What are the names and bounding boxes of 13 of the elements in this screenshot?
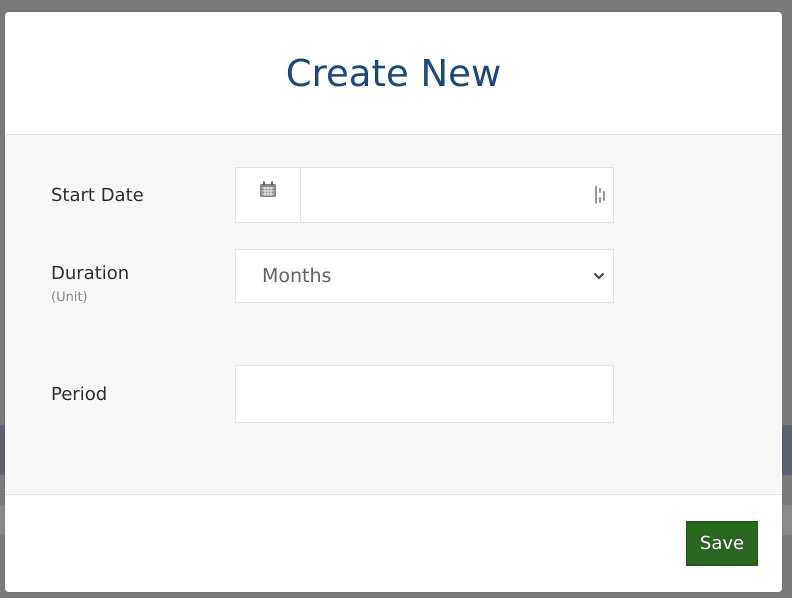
unit-dropdown[interactable]: Months [235, 249, 614, 303]
field-hint: (Unit) [51, 290, 88, 305]
save-button[interactable]: Save [686, 521, 758, 566]
field-label: Duration [51, 263, 130, 284]
calendar-button[interactable] [235, 167, 301, 223]
calendar-icon [259, 181, 277, 198]
field-label: Period [51, 384, 108, 404]
dialog-title: Create New [286, 52, 502, 94]
field-label: Start Date [51, 184, 144, 206]
date-field[interactable] [301, 167, 614, 223]
period-field[interactable] [235, 365, 614, 423]
chevron-down-icon [593, 272, 605, 280]
picker-icon [595, 185, 605, 205]
